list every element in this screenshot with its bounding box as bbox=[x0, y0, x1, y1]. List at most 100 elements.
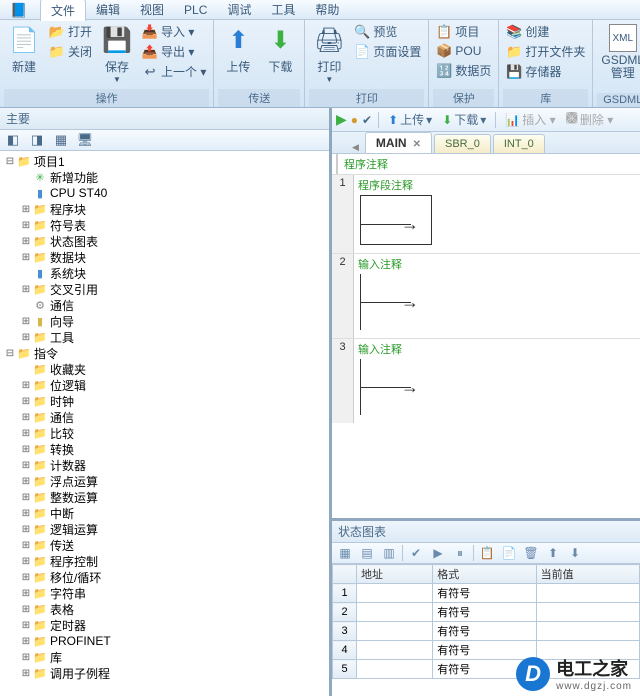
project-button[interactable]: 📋项目 bbox=[433, 22, 494, 41]
st-icon[interactable]: ⬆ bbox=[544, 545, 562, 561]
menu-debug[interactable]: 调试 bbox=[217, 0, 261, 20]
st-icon[interactable]: ▤ bbox=[358, 545, 376, 561]
tree-node[interactable]: ⊞📁PROFINET bbox=[0, 633, 329, 649]
st-icon[interactable]: 📄 bbox=[500, 545, 518, 561]
menu-help[interactable]: 帮助 bbox=[305, 0, 349, 20]
program-comment[interactable]: 程序注释 bbox=[336, 154, 640, 174]
tree-node[interactable]: ⊞📁移位/循环 bbox=[0, 569, 329, 585]
tree-node[interactable]: ⊞📁符号表 bbox=[0, 217, 329, 233]
network[interactable]: 3输入注释→ bbox=[332, 338, 640, 423]
tree-node[interactable]: ⊞📁状态图表 bbox=[0, 233, 329, 249]
tree-node[interactable]: ⊞📁位逻辑 bbox=[0, 377, 329, 393]
datapage-button[interactable]: 🔢数据页 bbox=[433, 61, 494, 80]
tree-node[interactable]: ⊞📁时钟 bbox=[0, 393, 329, 409]
page-setup-button[interactable]: 📄页面设置 bbox=[351, 42, 424, 61]
tree-node[interactable]: ▮CPU ST40 bbox=[0, 185, 329, 201]
tree-node[interactable]: ⊞📁程序控制 bbox=[0, 553, 329, 569]
xml-icon: XML bbox=[609, 24, 637, 52]
export-button[interactable]: 📤导出 ▾ bbox=[139, 42, 209, 61]
network[interactable]: 2输入注释→ bbox=[332, 253, 640, 338]
tree-node[interactable]: ⊞📁传送 bbox=[0, 537, 329, 553]
compile-icon[interactable]: ✔ bbox=[362, 113, 372, 127]
tab-nav-left[interactable]: ◀ bbox=[352, 142, 359, 153]
new-icon: 📄 bbox=[8, 24, 40, 56]
project-tree[interactable]: ⊟📁项目1✳新增功能▮CPU ST40⊞📁程序块⊞📁符号表⊞📁状态图表⊞📁数据块… bbox=[0, 151, 329, 696]
tb-icon-4[interactable]: 🖥 bbox=[76, 132, 94, 148]
new-button[interactable]: 📄新建 bbox=[4, 22, 44, 77]
tree-node[interactable]: ⊟📁指令 bbox=[0, 345, 329, 361]
tree-node[interactable]: ⊞📁调用子例程 bbox=[0, 665, 329, 681]
tree-node[interactable]: ⊞📁整数运算 bbox=[0, 489, 329, 505]
prev-button[interactable]: ↩上一个 ▾ bbox=[139, 62, 209, 81]
save-button[interactable]: 💾保存▼ bbox=[97, 22, 137, 86]
network[interactable]: 1程序段注释→ bbox=[332, 174, 640, 253]
st-icon[interactable]: ✔ bbox=[407, 545, 425, 561]
tree-node[interactable]: ⊞▮向导 bbox=[0, 313, 329, 329]
tree-node[interactable]: ⊞📁库 bbox=[0, 649, 329, 665]
st-icon[interactable]: 📋 bbox=[478, 545, 496, 561]
tb-icon-1[interactable]: ◧ bbox=[4, 132, 22, 148]
tree-node[interactable]: ⊞📁计数器 bbox=[0, 457, 329, 473]
st-icon[interactable]: ▦ bbox=[336, 545, 354, 561]
stop-icon[interactable]: ● bbox=[351, 113, 358, 127]
gsdml-button[interactable]: XMLGSDML管理 bbox=[597, 22, 640, 82]
tab-main[interactable]: MAIN✕ bbox=[365, 132, 432, 153]
tree-node[interactable]: ⊞📁中断 bbox=[0, 505, 329, 521]
menu-file[interactable]: 文件 bbox=[40, 0, 86, 21]
tb-download[interactable]: ⬇下载 ▾ bbox=[439, 110, 489, 129]
tree-node[interactable]: ⊞📁通信 bbox=[0, 409, 329, 425]
tree-node[interactable]: ✳新增功能 bbox=[0, 169, 329, 185]
panel-toolbar: ◧ ◨ ▦ 🖥 bbox=[0, 130, 329, 151]
menu-tools[interactable]: 工具 bbox=[261, 0, 305, 20]
pou-button[interactable]: 📦POU bbox=[433, 42, 494, 60]
tb-delete[interactable]: 🙫 删除 ▾ bbox=[563, 108, 617, 131]
print-button[interactable]: 🖨打印▼ bbox=[309, 22, 349, 86]
watermark-url: www.dgzj.com bbox=[556, 681, 632, 692]
tree-node[interactable]: ⊟📁项目1 bbox=[0, 153, 329, 169]
ladder-editor[interactable]: 程序注释 1程序段注释→2输入注释→3输入注释→ bbox=[332, 154, 640, 521]
tab-sbr0[interactable]: SBR_0 bbox=[434, 134, 491, 153]
import-button[interactable]: 📥导入 ▾ bbox=[139, 22, 209, 41]
download-button[interactable]: ⬇下载 bbox=[260, 22, 300, 77]
tab-int0[interactable]: INT_0 bbox=[493, 134, 545, 153]
tree-node[interactable]: ⊞📁逻辑运算 bbox=[0, 521, 329, 537]
tb-icon-2[interactable]: ◨ bbox=[28, 132, 46, 148]
st-icon[interactable]: ⏸ bbox=[451, 545, 469, 561]
close-button[interactable]: 📁关闭 bbox=[46, 42, 95, 61]
run-icon[interactable]: ▶ bbox=[336, 111, 347, 128]
open-button[interactable]: 📂打开 bbox=[46, 22, 95, 41]
tb-upload[interactable]: ⬆上传 ▾ bbox=[385, 110, 435, 129]
menu-view[interactable]: 视图 bbox=[130, 0, 174, 20]
tb-icon-3[interactable]: ▦ bbox=[52, 132, 70, 148]
tree-node[interactable]: ⊞📁程序块 bbox=[0, 201, 329, 217]
menu-bar: 文件 编辑 视图 PLC 调试 工具 帮助 bbox=[0, 0, 640, 20]
tree-node[interactable]: ⊞📁比较 bbox=[0, 425, 329, 441]
tree-node[interactable]: ⊞📁字符串 bbox=[0, 585, 329, 601]
st-icon[interactable]: 🗑 bbox=[522, 545, 540, 561]
tree-node[interactable]: ⊞📁浮点运算 bbox=[0, 473, 329, 489]
preview-button[interactable]: 🔍预览 bbox=[351, 22, 424, 41]
tree-node[interactable]: ⚙通信 bbox=[0, 297, 329, 313]
tree-node[interactable]: 📁收藏夹 bbox=[0, 361, 329, 377]
upload-button[interactable]: ⬆上传 bbox=[218, 22, 258, 77]
tree-node[interactable]: ▮系统块 bbox=[0, 265, 329, 281]
tb-insert[interactable]: 📊 插入 ▾ bbox=[502, 110, 558, 129]
status-toolbar: ▦▤▥ ✔▶⏸ 📋📄🗑 ⬆⬇ bbox=[332, 543, 640, 564]
watermark-logo: D bbox=[516, 657, 550, 691]
tab-close-icon[interactable]: ✕ bbox=[413, 139, 421, 150]
open-folder-button[interactable]: 📁打开文件夹 bbox=[503, 42, 588, 61]
tree-node[interactable]: ⊞📁转换 bbox=[0, 441, 329, 457]
st-icon[interactable]: ⬇ bbox=[566, 545, 584, 561]
st-icon[interactable]: ▶ bbox=[429, 545, 447, 561]
st-icon[interactable]: ▥ bbox=[380, 545, 398, 561]
create-lib-button[interactable]: 📚创建 bbox=[503, 22, 588, 41]
menu-edit[interactable]: 编辑 bbox=[86, 0, 130, 20]
tree-node[interactable]: ⊞📁定时器 bbox=[0, 617, 329, 633]
tree-node[interactable]: ⊞📁交叉引用 bbox=[0, 281, 329, 297]
storage-button[interactable]: 💾存储器 bbox=[503, 62, 588, 81]
editor-tabs: ◀ MAIN✕ SBR_0 INT_0 bbox=[332, 132, 640, 154]
tree-node[interactable]: ⊞📁数据块 bbox=[0, 249, 329, 265]
tree-node[interactable]: ⊞📁表格 bbox=[0, 601, 329, 617]
menu-plc[interactable]: PLC bbox=[174, 1, 217, 19]
tree-node[interactable]: ⊞📁工具 bbox=[0, 329, 329, 345]
